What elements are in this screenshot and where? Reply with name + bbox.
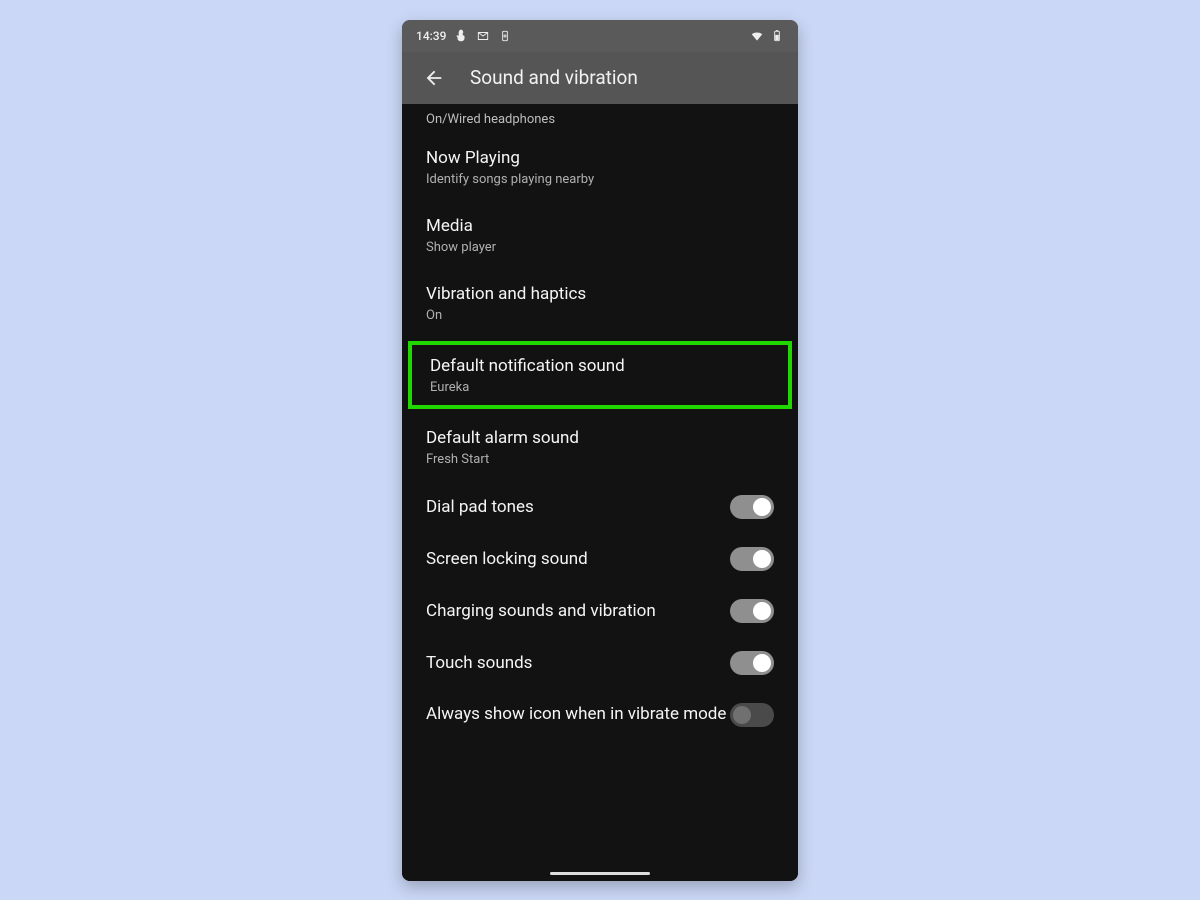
row-subtitle: Eureka	[430, 380, 770, 395]
gmail-icon	[476, 29, 490, 43]
row-title: Default alarm sound	[426, 427, 774, 449]
row-subtitle: Identify songs playing nearby	[426, 172, 774, 187]
row-default-notification-sound[interactable]: Default notification sound Eureka	[408, 341, 792, 409]
home-indicator[interactable]	[550, 872, 650, 875]
toggle-screen-locking-sound[interactable]	[730, 547, 774, 571]
row-vibration-haptics[interactable]: Vibration and haptics On	[402, 269, 798, 337]
row-media[interactable]: Media Show player	[402, 201, 798, 269]
row-subtitle: On/Wired headphones	[426, 112, 774, 127]
battery-icon	[770, 29, 784, 43]
row-subtitle: On	[426, 308, 774, 323]
row-dial-pad-tones[interactable]: Dial pad tones	[402, 481, 798, 533]
row-title: Charging sounds and vibration	[426, 600, 730, 622]
toggle-touch-sounds[interactable]	[730, 651, 774, 675]
row-title: Now Playing	[426, 147, 774, 169]
device-icon	[498, 29, 512, 43]
row-title: Default notification sound	[430, 355, 770, 377]
toggle-dial-pad-tones[interactable]	[730, 495, 774, 519]
status-time: 14:39	[416, 29, 446, 43]
row-default-alarm-sound[interactable]: Default alarm sound Fresh Start	[402, 413, 798, 481]
arrow-left-icon	[423, 67, 445, 89]
phone-frame: 14:39 Sound and vibration	[402, 20, 798, 881]
row-title: Screen locking sound	[426, 548, 730, 570]
row-title: Media	[426, 215, 774, 237]
row-touch-sounds[interactable]: Touch sounds	[402, 637, 798, 689]
row-always-show-vibrate-icon[interactable]: Always show icon when in vibrate mode	[402, 689, 798, 737]
back-button[interactable]	[416, 60, 452, 96]
status-right	[750, 29, 784, 43]
row-now-playing[interactable]: Now Playing Identify songs playing nearb…	[402, 133, 798, 201]
row-title: Touch sounds	[426, 652, 730, 674]
toggle-charging-sounds-vibration[interactable]	[730, 599, 774, 623]
status-left: 14:39	[416, 29, 512, 43]
status-bar: 14:39	[402, 20, 798, 52]
row-subtitle: Show player	[426, 240, 774, 255]
row-partial-spatial-audio[interactable]: On/Wired headphones	[402, 104, 798, 133]
wifi-icon	[750, 29, 764, 43]
row-title: Always show icon when in vibrate mode	[426, 704, 730, 725]
app-bar: Sound and vibration	[402, 52, 798, 104]
page-title: Sound and vibration	[470, 66, 638, 89]
toggle-always-show-vibrate-icon[interactable]	[730, 703, 774, 727]
row-charging-sounds-vibration[interactable]: Charging sounds and vibration	[402, 585, 798, 637]
row-screen-locking-sound[interactable]: Screen locking sound	[402, 533, 798, 585]
touch-icon	[454, 29, 468, 43]
row-title: Dial pad tones	[426, 496, 730, 518]
row-title: Vibration and haptics	[426, 283, 774, 305]
settings-list: On/Wired headphones Now Playing Identify…	[402, 104, 798, 881]
row-subtitle: Fresh Start	[426, 452, 774, 467]
